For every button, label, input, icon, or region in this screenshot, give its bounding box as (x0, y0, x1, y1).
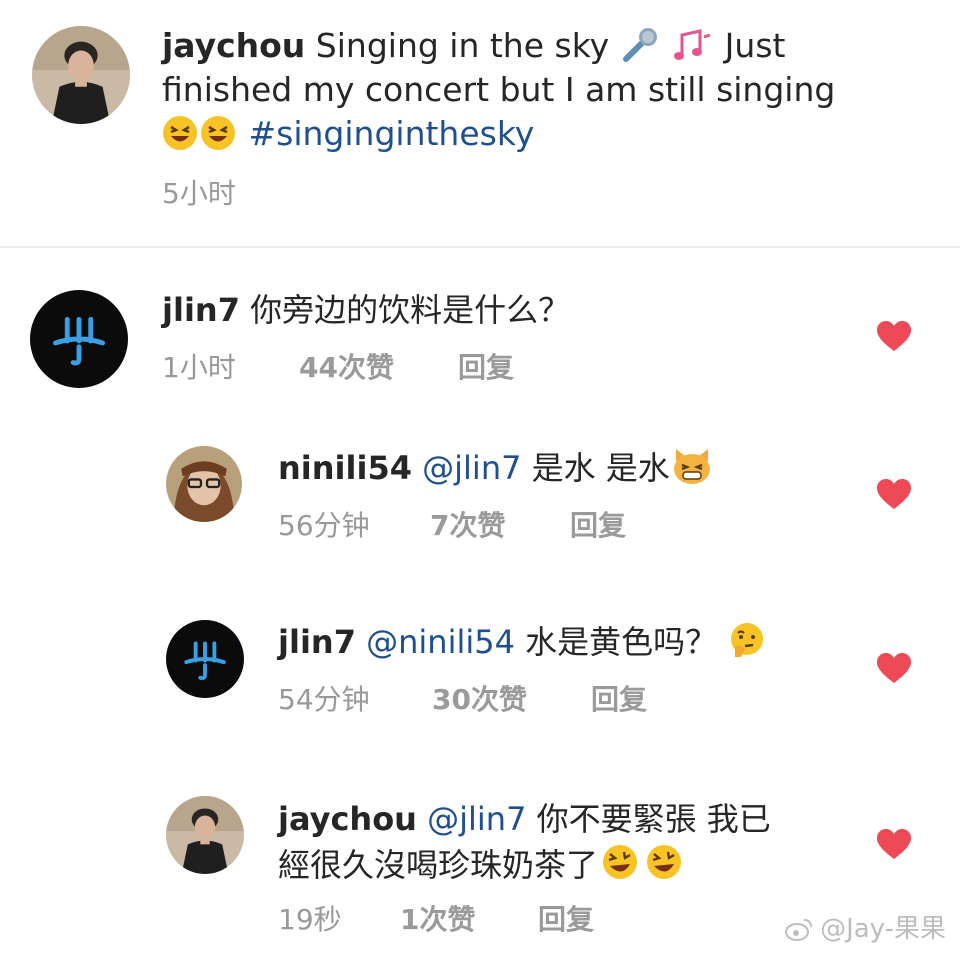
avatar-jaychou[interactable] (166, 796, 244, 874)
likes-count[interactable]: 1次赞 (400, 902, 475, 938)
comment-username[interactable]: jaychou (278, 800, 417, 838)
weibo-icon (784, 917, 814, 948)
comment-time: 1小时 (162, 351, 236, 384)
hashtag-link[interactable]: #singinginthesky (249, 114, 535, 153)
heart-icon[interactable] (876, 320, 912, 352)
comment-body-line-2: 經很久沒喝珍珠奶茶了 (278, 846, 599, 884)
comment-username[interactable]: ninili54 (278, 449, 412, 487)
comment-text: jaychou @jlin7 你不要緊張 我已 經很久沒喝珍珠奶茶了 (278, 796, 771, 888)
grinning-cat-emoji-icon (670, 447, 714, 485)
comment-text: ninili54 @jlin7 是水 是水 (278, 446, 714, 490)
likes-count[interactable]: 7次赞 (430, 508, 505, 544)
comment-username[interactable]: jlin7 (278, 623, 356, 661)
music-notes-icon (670, 27, 714, 63)
laughing-emoji-icon (162, 115, 200, 151)
avatar-ninili54[interactable] (166, 446, 242, 522)
mention-link[interactable]: @jlin7 (422, 449, 521, 487)
comment-text: jlin7 @ninili54 水是黄色吗？ (278, 620, 767, 664)
laughing-emoji-icon (200, 115, 238, 151)
heart-icon[interactable] (876, 478, 912, 510)
comment-body: 你旁边的饮料是什么？ (250, 291, 571, 329)
caption-line-2: finished my concert but I am still singi… (162, 70, 836, 109)
avatar-jlin7[interactable] (166, 620, 244, 698)
caption-text-2: Just (724, 26, 786, 65)
watermark-text: @Jay-果果 (820, 914, 946, 944)
mention-link[interactable]: @jlin7 (427, 800, 526, 838)
post-caption: jaychou Singing in the sky Just finished… (162, 24, 882, 156)
comment-username[interactable]: jlin7 (162, 291, 240, 329)
comment-time: 19秒 (278, 903, 342, 936)
post-caption-section: jaychou Singing in the sky Just finished… (0, 0, 960, 248)
mention-link[interactable]: @ninili54 (366, 623, 515, 661)
watermark: @Jay-果果 (784, 908, 946, 948)
comment-body: 水是黄色吗？ (525, 623, 718, 661)
heart-icon[interactable] (876, 828, 912, 860)
reply-button[interactable]: 回复 (570, 508, 626, 544)
reply-button[interactable]: 回复 (458, 350, 514, 386)
post-username[interactable]: jaychou (162, 26, 305, 65)
comment-text: jlin7 你旁边的饮料是什么？ (162, 288, 570, 332)
likes-count[interactable]: 30次赞 (432, 682, 527, 718)
divider (0, 246, 960, 248)
caption-text: Singing in the sky (315, 26, 610, 65)
comment-time: 54分钟 (278, 683, 370, 716)
avatar-jlin7[interactable] (30, 290, 128, 388)
comment-body: 是水 是水 (531, 449, 670, 487)
reply-button[interactable]: 回复 (591, 682, 647, 718)
comment-body: 你不要緊張 我已 (536, 800, 771, 838)
heart-icon[interactable] (876, 652, 912, 684)
rofl-emoji-icon (642, 842, 686, 882)
avatar-jaychou[interactable] (32, 26, 130, 124)
reply-button[interactable]: 回复 (538, 902, 594, 938)
comment-time: 56分钟 (278, 509, 370, 542)
likes-count[interactable]: 44次赞 (299, 350, 394, 386)
thinking-emoji-icon (727, 621, 767, 659)
post-time: 5小时 (162, 177, 236, 210)
rofl-emoji-icon (598, 842, 642, 882)
microphone-icon (620, 27, 660, 63)
